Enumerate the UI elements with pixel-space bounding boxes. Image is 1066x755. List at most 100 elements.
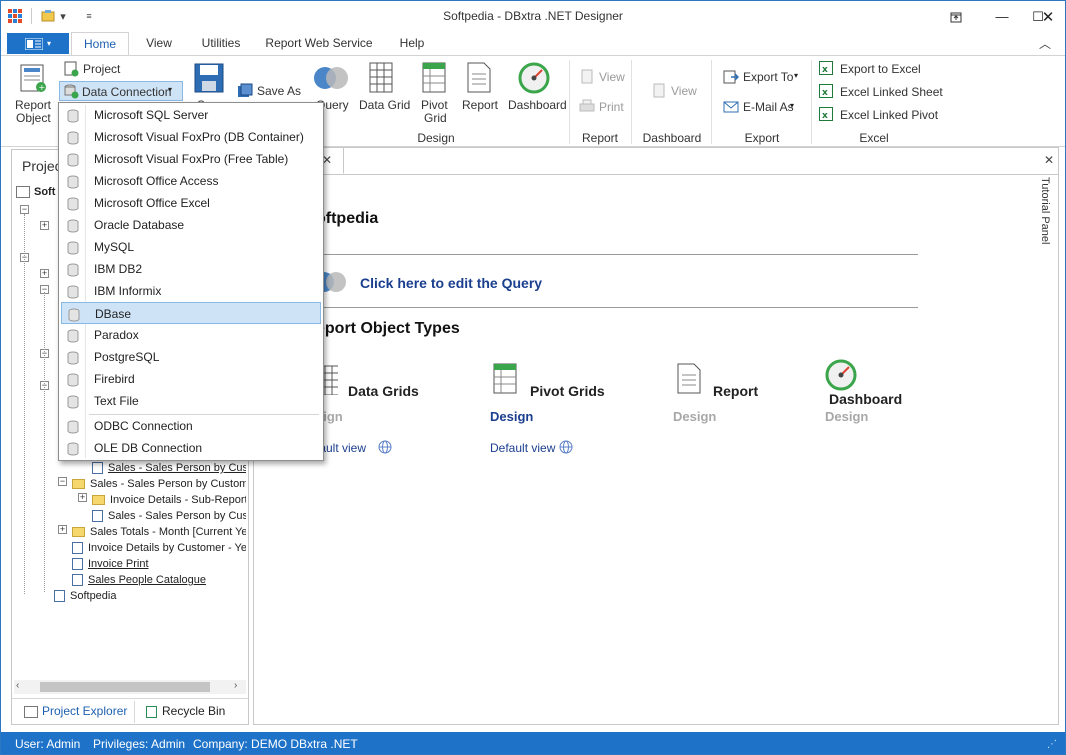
menu-item-label: Microsoft Office Access [94, 174, 219, 188]
menu-item-mysql[interactable]: MySQL [61, 236, 321, 258]
menu-item-text-file[interactable]: Text File [61, 390, 321, 412]
collapse-ribbon-icon[interactable]: ︿ [1039, 35, 1051, 52]
data-connection-icon [63, 83, 79, 99]
tab-project-explorer[interactable]: Project Explorer [24, 704, 127, 722]
dashboard-type-design-link[interactable]: Design [825, 409, 868, 424]
menu-item-label: Oracle Database [94, 218, 185, 232]
window-title: Softpedia - DBxtra .NET Designer [443, 9, 623, 23]
menu-item-ole-db-connection[interactable]: OLE DB Connection [61, 437, 321, 459]
recycle-bin-icon [146, 705, 157, 718]
menu-item-postgresql[interactable]: PostgreSQL [61, 346, 321, 368]
scroll-left-icon[interactable]: ‹ [16, 680, 19, 691]
menu-item-label: ODBC Connection [94, 419, 193, 433]
tree-expand-icon[interactable]: + [78, 493, 87, 502]
close-window-icon[interactable]: ✕ [1031, 1, 1065, 32]
menu-item-microsoft-visual-foxpro-free-table[interactable]: Microsoft Visual FoxPro (Free Table) [61, 148, 321, 170]
menu-item-label: Text File [94, 394, 139, 408]
scrollbar-thumb[interactable] [40, 682, 210, 692]
export-to-label: Export To [743, 70, 794, 84]
report-type-design-link[interactable]: Design [673, 409, 716, 424]
report-view-button[interactable]: View [577, 68, 637, 86]
tab-help[interactable]: Help [393, 32, 431, 55]
tree-expand-icon[interactable]: + [40, 221, 49, 230]
tab-view[interactable]: View [139, 32, 179, 55]
menu-item-label: MySQL [94, 240, 135, 254]
export-icon [723, 69, 740, 85]
pivot-grid-icon [421, 62, 449, 94]
menu-item-label: IBM DB2 [94, 262, 143, 276]
scroll-right-icon[interactable]: › [234, 680, 237, 691]
close-document-icon[interactable]: ✕ [1044, 153, 1054, 167]
report-button[interactable]: Report [459, 58, 499, 116]
save-as-button[interactable]: Save As [235, 82, 303, 100]
export-to-excel-button[interactable]: x Export to Excel [817, 60, 947, 78]
report-object-button[interactable]: + Report Object [9, 58, 55, 128]
restore-window-icon[interactable] [939, 1, 973, 32]
folder-icon [72, 527, 85, 538]
ribbon-tabs: ▾ Home View Utilities Report Web Service… [1, 32, 1065, 55]
pivot-grid-button[interactable]: Pivot Grid [413, 58, 453, 128]
tutorial-panel-tab[interactable]: Tutorial Panel [1031, 177, 1051, 257]
tree-item[interactable]: Sales - Sales Person by Custome [72, 476, 246, 492]
dashboard-button[interactable]: Dashboard [505, 58, 567, 116]
tab-recycle-bin[interactable]: Recycle Bin [146, 704, 225, 722]
tab-report-web-service[interactable]: Report Web Service [263, 32, 375, 55]
excel-linked-sheet-label: Excel Linked Sheet [840, 85, 943, 99]
menu-item-microsoft-office-excel[interactable]: Microsoft Office Excel [61, 192, 321, 214]
excel-linked-sheet-icon: x [819, 84, 833, 98]
menu-item-ibm-informix[interactable]: IBM Informix [61, 280, 321, 302]
tree-expand-icon[interactable]: + [40, 269, 49, 278]
menu-item-oracle-database[interactable]: Oracle Database [61, 214, 321, 236]
file-menu-button[interactable]: ▾ [7, 33, 69, 54]
menu-item-microsoft-visual-foxpro-db-container[interactable]: Microsoft Visual FoxPro (DB Container) [61, 126, 321, 148]
tree-root[interactable]: Soft [16, 184, 55, 200]
menu-item-firebird[interactable]: Firebird [61, 368, 321, 390]
menu-item-paradox[interactable]: Paradox [61, 324, 321, 346]
print-button[interactable]: Print [577, 98, 637, 116]
export-to-arrow-icon: ▾ [794, 71, 799, 80]
tree-item[interactable]: Invoice Details - Sub-Report [92, 492, 246, 508]
database-icon [67, 130, 79, 145]
pivot-grids-default-view-link[interactable]: Default view [490, 441, 555, 455]
tree-collapse-icon[interactable]: − [20, 205, 29, 214]
horizontal-scrollbar[interactable]: ‹ › [14, 680, 246, 694]
tree-expand-icon[interactable]: + [58, 525, 67, 534]
tab-utilities[interactable]: Utilities [195, 32, 247, 55]
menu-item-ibm-db2[interactable]: IBM DB2 [61, 258, 321, 280]
menu-item-label: PostgreSQL [94, 350, 160, 364]
menu-item-odbc-connection[interactable]: ODBC Connection [61, 415, 321, 437]
tree-item[interactable]: Sales People Catalogue [72, 572, 206, 588]
menu-item-microsoft-office-access[interactable]: Microsoft Office Access [61, 170, 321, 192]
excel-linked-sheet-button[interactable]: x Excel Linked Sheet [817, 83, 947, 101]
tab-home[interactable]: Home [71, 32, 129, 55]
tree-item[interactable]: Sales - Sales Person by Cust [92, 460, 246, 476]
report-icon [466, 62, 494, 94]
group-excel-label: Excel [859, 131, 889, 145]
pivot-grids-design-link[interactable]: Design [490, 409, 533, 424]
tree-item[interactable]: Invoice Print [72, 556, 149, 572]
database-icon [67, 284, 79, 299]
tree-collapse-icon[interactable]: − [58, 477, 67, 486]
menu-item-dbase[interactable]: DBase [61, 302, 321, 324]
tree-item[interactable]: Invoice Details by Customer - Ye [72, 540, 246, 556]
document-area: ✕ ✕ oftpedia Click here to edit the Quer… [253, 147, 1059, 725]
tree-item[interactable]: Sales Totals - Month [Current Ye [72, 524, 246, 540]
svg-text:x: x [822, 65, 828, 75]
minimize-icon[interactable]: — [985, 1, 1019, 32]
svg-text:x: x [822, 111, 828, 121]
excel-linked-pivot-button[interactable]: x Excel Linked Pivot [817, 106, 947, 124]
menu-item-microsoft-sql-server[interactable]: Microsoft SQL Server [61, 104, 321, 126]
email-as-button[interactable]: E-Mail As ▾ [721, 98, 805, 116]
tree-item[interactable]: Sales - Sales Person by Cust [92, 508, 246, 524]
resize-grip-icon[interactable]: ⋰ [1047, 734, 1057, 754]
project-button[interactable]: Project [61, 60, 141, 78]
export-to-button[interactable]: Export To ▾ [721, 68, 805, 86]
data-grid-button[interactable]: Data Grid [357, 58, 410, 116]
dashboard-view-button[interactable]: View [649, 82, 709, 100]
data-connection-button[interactable]: Data Connection ▾ [59, 81, 183, 101]
report-node-icon [72, 558, 83, 571]
data-connection-arrow-icon: ▾ [168, 85, 173, 94]
edit-query-link[interactable]: Click here to edit the Query [360, 275, 542, 291]
tree-item[interactable]: Softpedia [54, 588, 116, 604]
panel-bottom-tabs: Project Explorer Recycle Bin [12, 698, 248, 724]
